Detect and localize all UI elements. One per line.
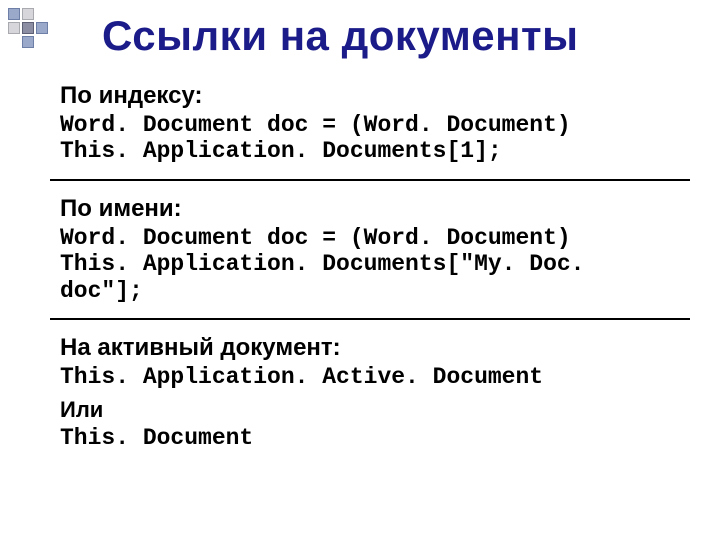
- section-by-name: По имени: Word. Document doc = (Word. Do…: [60, 195, 680, 304]
- section-active: На активный документ: This. Application.…: [60, 334, 680, 451]
- corner-decoration: [8, 8, 48, 48]
- label-by-name: По имени:: [60, 195, 680, 223]
- code-by-index-line1: Word. Document doc = (Word. Document): [60, 112, 680, 138]
- divider: [50, 318, 690, 320]
- code-active-line2: This. Document: [60, 425, 680, 451]
- slide-content: По индексу: Word. Document doc = (Word. …: [60, 82, 680, 457]
- code-by-name-line2: This. Application. Documents["My. Doc. d…: [60, 251, 680, 304]
- slide: Ссылки на документы По индексу: Word. Do…: [0, 0, 720, 540]
- slide-title: Ссылки на документы: [102, 12, 578, 60]
- label-by-index: По индексу:: [60, 82, 680, 110]
- section-by-index: По индексу: Word. Document doc = (Word. …: [60, 82, 680, 165]
- label-active: На активный документ:: [60, 334, 680, 362]
- label-or: Или: [60, 397, 680, 423]
- code-by-index-line2: This. Application. Documents[1];: [60, 138, 680, 164]
- code-active-line1: This. Application. Active. Document: [60, 364, 680, 390]
- code-by-name-line1: Word. Document doc = (Word. Document): [60, 225, 680, 251]
- divider: [50, 179, 690, 181]
